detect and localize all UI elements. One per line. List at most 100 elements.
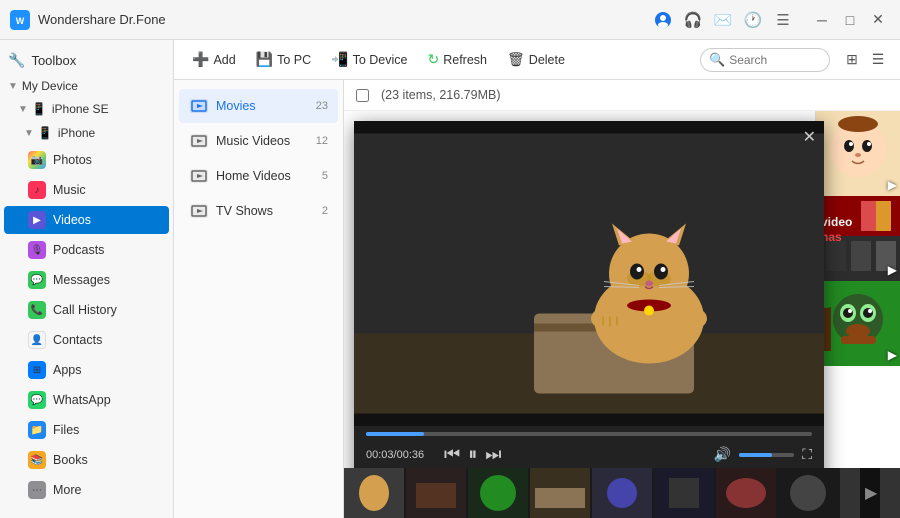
film-thumb-scroll-right[interactable]: ▶ [840,468,900,518]
books-label: Books [53,453,159,467]
thumb-play-icon: ▶ [888,178,897,192]
video-thumbnails: ▶ video has [815,111,900,468]
refresh-button[interactable]: ↻ Refresh [420,47,496,72]
app-logo: W [10,10,30,30]
sidebar-item-files[interactable]: 📁 Files [4,416,169,444]
film-thumb-3[interactable] [468,468,528,518]
delete-button[interactable]: 🗑 Delete [499,47,573,72]
callhistory-label: Call History [53,303,159,317]
thumbnail-1[interactable]: ▶ [816,111,900,196]
controls-row: 00:03/00:36 ⏮ ⏸ ⏭ 🔊 ⛶ [366,444,812,465]
thumbnail-3[interactable]: ▶ [816,281,900,366]
video-info: (23 items, 216.79MB) [381,88,501,102]
maximize-button[interactable]: □ [838,8,862,32]
to-device-button[interactable]: 📲 To Device [323,47,415,72]
tv-shows-label: TV Shows [216,204,315,218]
headset-icon[interactable]: 🎧 [684,11,702,29]
close-button[interactable]: ✕ [866,8,890,32]
prev-button[interactable]: ⏮ [444,444,460,465]
sidebar-item-podcasts[interactable]: 🎙 Podcasts [4,236,169,264]
thumbnail-2[interactable]: video has ▶ [816,196,900,281]
iphone-se-device-icon: 📱 [32,102,47,116]
app-title: Wondershare Dr.Fone [38,12,646,27]
minimize-button[interactable]: ─ [810,8,834,32]
sidebar-item-apps[interactable]: ⊞ Apps [4,356,169,384]
window-controls: ─ □ ✕ [810,8,890,32]
film-thumb-7[interactable] [716,468,776,518]
menu-icon[interactable]: ☰ [774,11,792,29]
delete-label: Delete [529,53,565,67]
profile-icon[interactable] [654,11,672,29]
volume-slider[interactable] [739,453,794,457]
mail-icon[interactable]: ✉️ [714,11,732,29]
messages-icon: 💬 [28,271,46,289]
add-button[interactable]: ➕ Add [184,47,244,72]
sidebar-item-books[interactable]: 📚 Books [4,446,169,474]
list-view-button[interactable]: ☰ [866,48,890,72]
thumb-play-icon-3: ▶ [888,348,897,362]
player-close-button[interactable]: ✕ [803,127,816,147]
sidebar-item-videos[interactable]: ▶ Videos [4,206,169,234]
title-bar: W Wondershare Dr.Fone 🎧 ✉️ 🕐 ☰ ─ □ ✕ [0,0,900,40]
progress-bar[interactable] [366,432,812,436]
music-videos-label: Music Videos [216,134,309,148]
more-label: More [53,483,159,497]
to-pc-button[interactable]: 💾 To PC [248,47,319,72]
movies-label: Movies [216,99,309,113]
svg-text:video: video [821,215,852,229]
more-icon: ⋯ [28,481,46,499]
player-video [354,121,824,426]
film-thumb-5[interactable] [592,468,652,518]
subnav-movies[interactable]: Movies 23 [179,89,338,123]
grid-view-button[interactable]: ⊞ [840,48,864,72]
film-thumb-2[interactable] [406,468,466,518]
volume-fill [739,453,772,457]
sidebar-item-messages[interactable]: 💬 Messages [4,266,169,294]
history-icon[interactable]: 🕐 [744,11,762,29]
sidebar-item-whatsapp[interactable]: 💬 WhatsApp [4,386,169,414]
sidebar-item-photos[interactable]: 📷 Photos [4,146,169,174]
film-thumb-8[interactable] [778,468,838,518]
search-box[interactable]: 🔍 [700,48,830,72]
sidebar-item-toolbox[interactable]: 🔧 Toolbox [0,46,173,75]
subnav-home-videos[interactable]: Home Videos 5 [179,159,338,193]
sidebar-item-contacts[interactable]: 👤 Contacts [4,326,169,354]
video-area-header: (23 items, 216.79MB) [344,80,900,111]
total-time: 00:36 [397,449,425,461]
refresh-icon: ↻ [428,51,440,68]
film-thumb-4[interactable] [530,468,590,518]
my-device-group[interactable]: ▼ My Device [0,75,173,97]
sidebar-item-callhistory[interactable]: 📞 Call History [4,296,169,324]
home-videos-count: 5 [322,170,328,182]
arrow-icon: ▼ [24,128,34,139]
music-videos-icon [189,131,209,151]
toolbar: ➕ Add 💾 To PC 📲 To Device ↻ Refresh 🗑 De… [174,40,900,80]
my-backup-group[interactable]: ▼ My Backup [0,513,173,518]
iphone-se-group[interactable]: ▼ 📱 iPhone SE [4,98,169,120]
music-icon: ♪ [28,181,46,199]
sidebar-item-more[interactable]: ⋯ More [4,476,169,504]
fullscreen-button[interactable]: ⛶ [802,446,812,463]
film-thumb-6[interactable] [654,468,714,518]
my-device-label: My Device [22,79,78,93]
files-icon: 📁 [28,421,46,439]
play-pause-button[interactable]: ⏸ [468,444,477,465]
film-thumb-1[interactable] [344,468,404,518]
svg-text:W: W [16,16,25,26]
home-videos-icon [189,166,209,186]
subnav-music-videos[interactable]: Music Videos 12 [179,124,338,158]
contacts-icon: 👤 [28,331,46,349]
select-all-checkbox[interactable] [356,89,369,102]
iphone-group[interactable]: ▼ 📱 iPhone [4,122,169,144]
contacts-label: Contacts [53,333,159,347]
apps-label: Apps [53,363,159,377]
title-bar-controls: 🎧 ✉️ 🕐 ☰ [654,11,792,29]
photos-label: Photos [53,153,159,167]
sidebar-item-music[interactable]: ♪ Music [4,176,169,204]
search-input[interactable] [729,53,819,67]
music-label: Music [53,183,159,197]
movies-icon [189,96,209,116]
subnav-tv-shows[interactable]: TV Shows 2 [179,194,338,228]
filmstrip: ▶ [344,468,900,518]
next-button[interactable]: ⏭ [485,444,501,465]
